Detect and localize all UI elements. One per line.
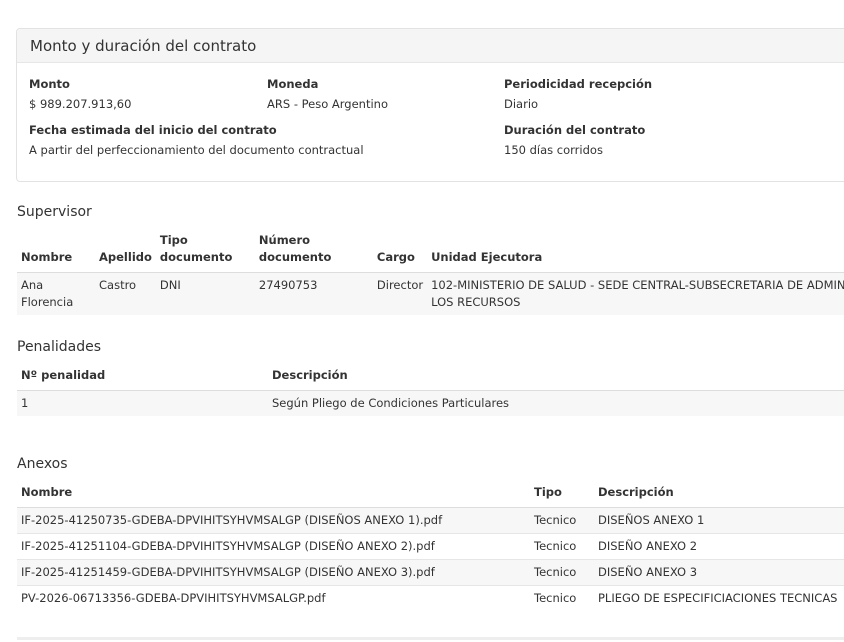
- cell-nombre: Ana Florencia: [17, 272, 95, 315]
- anexo-file-link[interactable]: PV-2026-06713356-GDEBA-DPVIHITSYHVMSALGP…: [17, 585, 530, 611]
- anexo-file-link[interactable]: IF-2025-41250735-GDEBA-DPVIHITSYHVMSALGP…: [17, 507, 530, 534]
- unidad-line1: 102-MINISTERIO DE SALUD - SEDE CENTRAL-S…: [431, 278, 844, 292]
- header-cargo: Cargo: [372, 232, 428, 273]
- table-row: 1 Según Pliego de Condiciones Particular…: [17, 390, 844, 416]
- header-tipo-line1: Tipo: [159, 233, 188, 247]
- header-tipo-documento: Tipo documento: [155, 232, 255, 273]
- moneda-label: Moneda: [267, 77, 319, 91]
- nombre-line1: Ana: [21, 278, 44, 292]
- cell-tipo: Tecnico: [530, 507, 594, 534]
- monto-value: $ 989.207.913,60: [29, 97, 132, 111]
- duracion-label: Duración del contrato: [504, 123, 646, 137]
- anexos-header-row: Nombre Tipo Descripción: [17, 484, 844, 508]
- supervisor-header-row: Nombre Apellido Tipo documento Número do…: [17, 232, 844, 273]
- nombre-line2: Florencia: [21, 295, 74, 309]
- unidad-line2: LOS RECURSOS: [431, 295, 521, 309]
- divider: [17, 637, 844, 640]
- header-numero-documento: Número documento: [254, 232, 373, 273]
- header-numero-line2: documento: [258, 250, 332, 264]
- anexos-table: Nombre Tipo Descripción IF-2025-41250735…: [17, 484, 844, 611]
- cell-unidad: 102-MINISTERIO DE SALUD - SEDE CENTRAL-S…: [427, 272, 844, 315]
- supervisor-table: Nombre Apellido Tipo documento Número do…: [17, 232, 844, 315]
- contract-card: Monto y duración del contrato Monto $ 98…: [16, 28, 844, 182]
- cell-descripcion: PLIEGO DE ESPECIFICIACIONES TECNICAS: [594, 585, 844, 611]
- cell-descripcion: DISEÑO ANEXO 2: [594, 533, 844, 560]
- cell-tipo: Tecnico: [530, 585, 594, 611]
- header-numero-penalidad: Nº penalidad: [17, 367, 268, 391]
- table-row[interactable]: IF-2025-41251104-GDEBA-DPVIHITSYHVMSALGP…: [17, 533, 844, 560]
- header-apellido: Apellido: [95, 232, 156, 273]
- duracion-field: Duración del contrato 150 días corridos: [504, 121, 645, 157]
- cell-cargo: Director: [372, 272, 428, 315]
- cell-tipo: Tecnico: [530, 533, 594, 560]
- penalidades-table: Nº penalidad Descripción 1 Según Pliego …: [17, 367, 844, 416]
- header-tipo: Tipo: [530, 484, 594, 508]
- header-nombre: Nombre: [17, 484, 530, 508]
- table-row[interactable]: IF-2025-41250735-GDEBA-DPVIHITSYHVMSALGP…: [17, 507, 844, 534]
- anexo-file-link[interactable]: IF-2025-41251104-GDEBA-DPVIHITSYHVMSALGP…: [17, 533, 530, 560]
- header-unidad: Unidad Ejecutora: [427, 232, 844, 273]
- header-descripcion: Descripción: [594, 484, 844, 508]
- cell-numero-penalidad: 1: [17, 390, 268, 416]
- moneda-value: ARS - Peso Argentino: [267, 97, 388, 111]
- periodicidad-value: Diario: [504, 97, 539, 111]
- cell-descripcion: DISEÑO ANEXO 3: [594, 559, 844, 586]
- penalidades-title: Penalidades: [17, 339, 102, 355]
- monto-label: Monto: [29, 77, 70, 91]
- table-row[interactable]: PV-2026-06713356-GDEBA-DPVIHITSYHVMSALGP…: [17, 585, 844, 611]
- periodicidad-field: Periodicidad recepción Diario: [504, 75, 652, 111]
- fecha-label: Fecha estimada del inicio del contrato: [29, 123, 277, 137]
- header-descripcion: Descripción: [268, 367, 844, 391]
- table-row: Ana Florencia Castro DNI 27490753 Direct…: [17, 272, 844, 315]
- cell-apellido: Castro: [95, 272, 156, 315]
- fecha-value: A partir del perfeccionamiento del docum…: [29, 143, 364, 157]
- fecha-field: Fecha estimada del inicio del contrato A…: [29, 121, 364, 157]
- anexos-title: Anexos: [17, 456, 68, 472]
- penalidades-header-row: Nº penalidad Descripción: [17, 367, 844, 391]
- anexo-file-link[interactable]: IF-2025-41251459-GDEBA-DPVIHITSYHVMSALGP…: [17, 559, 530, 586]
- moneda-field: Moneda ARS - Peso Argentino: [267, 75, 388, 111]
- duracion-value: 150 días corridos: [504, 143, 603, 157]
- header-nombre: Nombre: [17, 232, 95, 273]
- cell-descripcion: DISEÑOS ANEXO 1: [594, 507, 844, 534]
- cell-descripcion: Según Pliego de Condiciones Particulares: [268, 390, 844, 416]
- supervisor-title: Supervisor: [17, 204, 92, 220]
- contract-card-title: Monto y duración del contrato: [17, 29, 844, 63]
- cell-numero: 27490753: [254, 272, 373, 315]
- table-row[interactable]: IF-2025-41251459-GDEBA-DPVIHITSYHVMSALGP…: [17, 559, 844, 586]
- header-tipo-line2: documento: [159, 250, 233, 264]
- cell-tipo: DNI: [155, 272, 255, 315]
- monto-field: Monto $ 989.207.913,60: [29, 75, 131, 111]
- cell-tipo: Tecnico: [530, 559, 594, 586]
- header-numero-line1: Número: [258, 233, 311, 247]
- periodicidad-label: Periodicidad recepción: [504, 77, 653, 91]
